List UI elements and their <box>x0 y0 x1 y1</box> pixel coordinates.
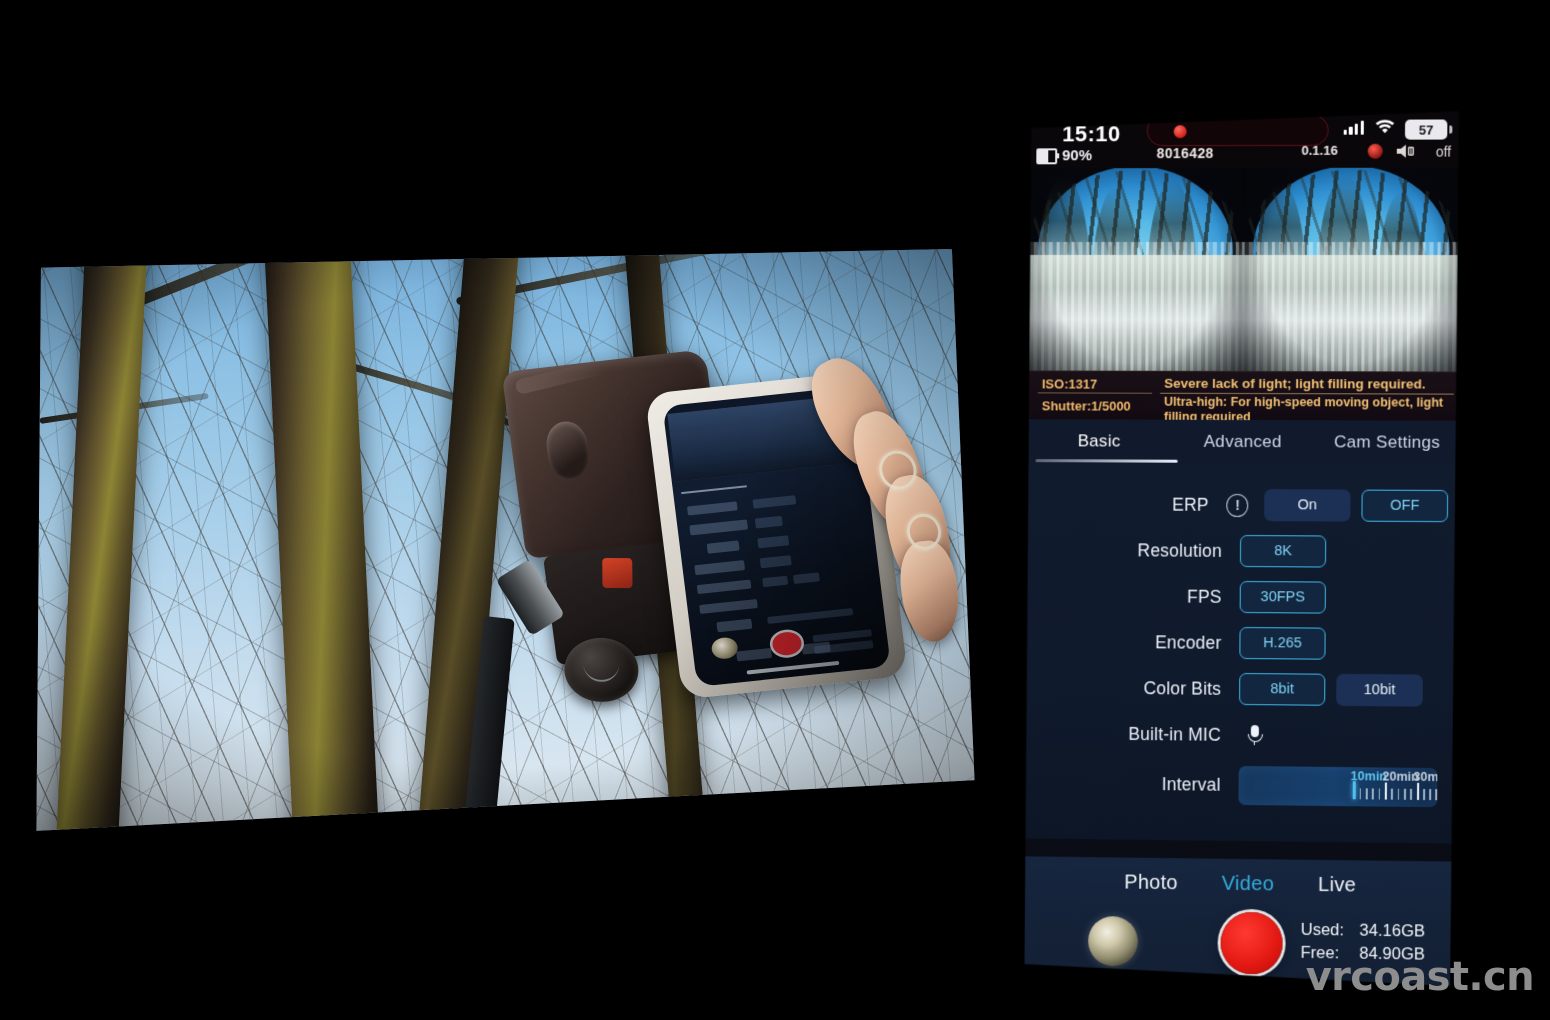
interval-tick <box>1435 789 1437 800</box>
camera-battery-indicator: 90% <box>1036 147 1092 164</box>
interval-tick <box>1410 788 1412 799</box>
info-icon[interactable]: ! <box>1227 493 1249 516</box>
setting-row-resolution: Resolution 8K <box>1027 527 1459 576</box>
setting-row-color-bits: Color Bits 8bit 10bit <box>1026 664 1458 714</box>
color-bits-option-10bit[interactable]: 10bit <box>1336 674 1423 707</box>
scene-vignette <box>19 241 975 839</box>
fisheye-lens-right <box>1241 168 1461 372</box>
gallery-thumbnail[interactable] <box>1088 916 1138 967</box>
color-bits-option-8bit[interactable]: 8bit <box>1239 673 1325 706</box>
setting-label-encoder: Encoder <box>1154 631 1222 653</box>
interval-tick <box>1429 789 1431 800</box>
record-indicator-icon <box>1368 144 1383 159</box>
tab-advanced[interactable]: Advanced <box>1171 432 1315 453</box>
settings-list: ERP ! On OFF Resolution 8K FPS 30FPS Enc… <box>1025 463 1459 844</box>
setting-label-color-bits: Color Bits <box>1143 677 1222 699</box>
mode-photo[interactable]: Photo <box>1124 872 1178 896</box>
camera-battery-label: 90% <box>1062 147 1093 165</box>
record-button[interactable] <box>1220 912 1282 975</box>
audio-state-label: off <box>1435 143 1452 160</box>
dynamic-island <box>1147 115 1329 146</box>
camera-battery-icon <box>1036 148 1057 164</box>
mode-live[interactable]: Live <box>1318 874 1356 898</box>
setting-row-interval: Interval 10min 20min 30min <box>1025 756 1457 815</box>
setting-row-built-in-mic: Built-in MIC <box>1026 710 1458 760</box>
interval-tick <box>1391 788 1393 799</box>
divider <box>1038 392 1152 393</box>
firmware-version: 0.1.16 <box>1301 142 1338 158</box>
light-warning-text: Severe lack of light; light filling requ… <box>1164 375 1426 392</box>
setting-label-fps: FPS <box>1187 586 1222 607</box>
fisheye-lens-left <box>1028 168 1244 372</box>
wifi-icon <box>1375 120 1395 135</box>
phone-app-panel: 15:10 90% 8016428 0.1.16 57 off ISO:1317… <box>1024 111 1461 993</box>
clock: 15:10 <box>1062 121 1121 147</box>
interval-slider[interactable]: 10min 20min 30min <box>1238 765 1437 806</box>
setting-label-erp: ERP <box>1172 494 1209 515</box>
shutter-value: Shutter:1/5000 <box>1041 398 1131 414</box>
settings-tabs: Basic Advanced Cam Settings <box>1028 419 1460 465</box>
erp-option-on[interactable]: On <box>1264 489 1350 521</box>
fisheye-vignette <box>1241 168 1461 372</box>
interval-slider-thumb[interactable] <box>1353 781 1357 799</box>
interval-tick <box>1359 788 1361 799</box>
interval-tick <box>1423 788 1425 799</box>
erp-option-off[interactable]: OFF <box>1361 490 1448 523</box>
setting-row-encoder: Encoder H.265 <box>1026 618 1458 667</box>
tab-cam-settings[interactable]: Cam Settings <box>1315 432 1460 453</box>
storage-used-label: Used: <box>1300 920 1345 940</box>
recording-dot-icon <box>1174 125 1187 138</box>
mode-video[interactable]: Video <box>1222 873 1274 897</box>
interval-tick <box>1404 788 1406 799</box>
setting-label-resolution: Resolution <box>1137 539 1223 561</box>
watermark: vrcoast.cn <box>1305 954 1535 1000</box>
battery-percent: 57 <box>1418 122 1434 138</box>
microphone-icon[interactable] <box>1248 725 1261 745</box>
interval-tick <box>1366 788 1368 799</box>
exposure-info-strip: ISO:1317 Shutter:1/5000 Severe lack of l… <box>1028 370 1460 420</box>
interval-tick <box>1379 788 1381 799</box>
camera-live-preview[interactable] <box>1028 168 1461 372</box>
resolution-option-8k[interactable]: 8K <box>1240 535 1326 568</box>
interval-tick <box>1372 788 1374 799</box>
battery-icon: 57 <box>1405 119 1447 139</box>
storage-used-row: Used: 34.16GB <box>1301 919 1425 944</box>
capture-mode-row: Photo Video Live <box>1025 856 1457 898</box>
cellular-signal-icon <box>1343 121 1363 135</box>
interval-tick <box>1398 788 1400 799</box>
video-preview-panel <box>19 241 975 839</box>
setting-row-fps: FPS 30FPS <box>1027 573 1459 622</box>
encoder-option-h265[interactable]: H.265 <box>1239 627 1325 660</box>
setting-row-erp: ERP ! On OFF <box>1027 481 1459 529</box>
setting-label-built-in-mic: Built-in MIC <box>1128 723 1221 745</box>
storage-used-value: 34.16GB <box>1359 921 1426 941</box>
tab-basic[interactable]: Basic <box>1028 431 1171 452</box>
iso-value: ISO:1317 <box>1041 376 1098 392</box>
interval-tick-major <box>1417 782 1419 799</box>
speaker-icon <box>1395 144 1417 159</box>
fps-option-30fps[interactable]: 30FPS <box>1240 581 1326 614</box>
fisheye-vignette <box>1028 168 1244 372</box>
setting-label-interval: Interval <box>1161 773 1221 795</box>
status-bar: 15:10 90% 8016428 0.1.16 57 off <box>1029 111 1461 168</box>
interval-tick-major <box>1385 782 1387 799</box>
camera-serial-number: 8016428 <box>1156 145 1214 162</box>
active-tab-underline <box>1035 459 1177 462</box>
